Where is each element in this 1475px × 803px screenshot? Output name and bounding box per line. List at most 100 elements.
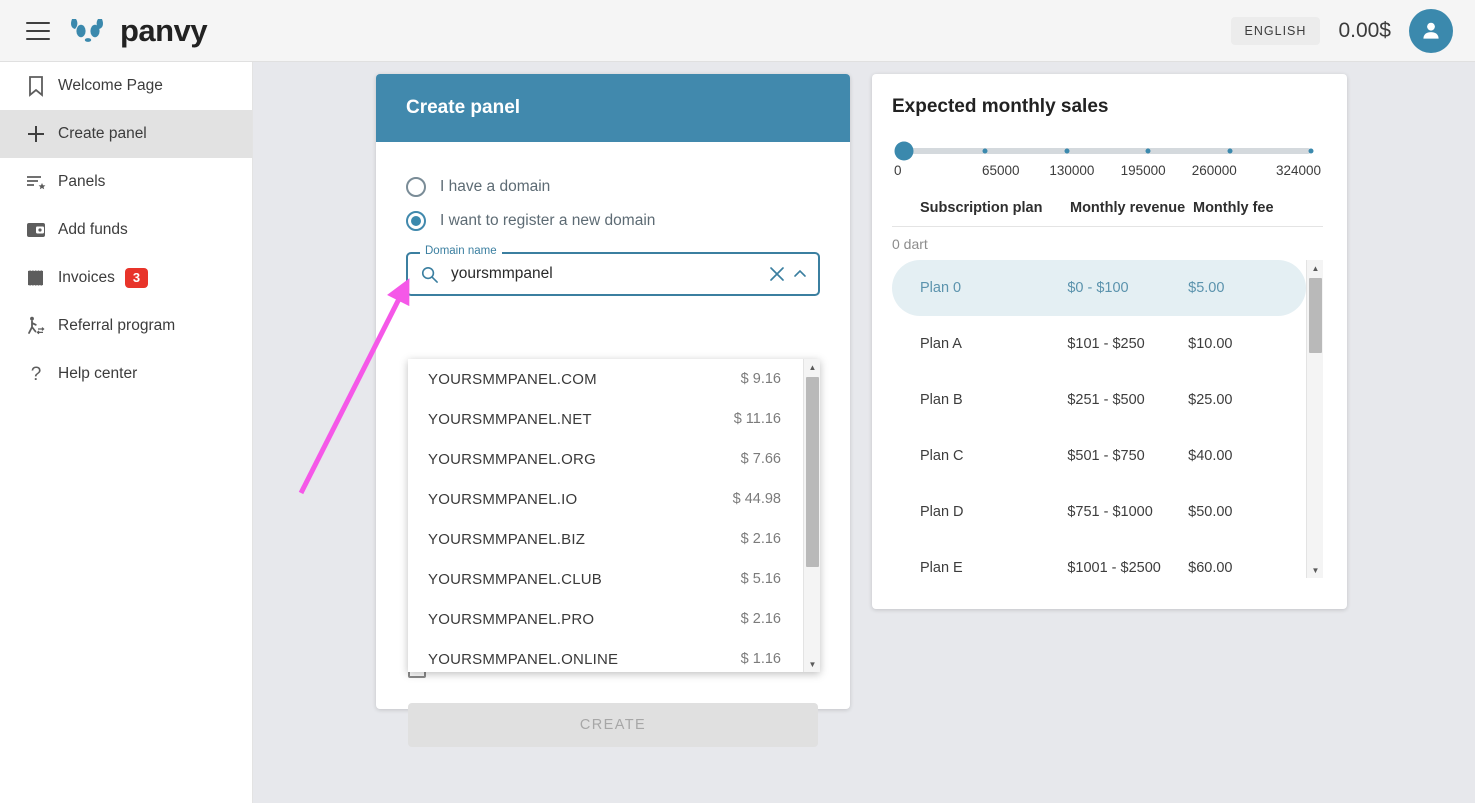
main-content: Create panel I have a domain I want to r…: [253, 62, 1475, 803]
plan-revenue: $101 - $250: [1067, 336, 1145, 352]
balance-amount: 0.00$: [1338, 18, 1391, 42]
scrollbar-thumb[interactable]: [806, 377, 819, 567]
sidebar-item-add-funds[interactable]: Add funds: [0, 206, 252, 254]
domain-name-text: YOURSMMPANEL.ONLINE: [428, 650, 619, 668]
plan-name: Plan 0: [920, 280, 962, 296]
plan-revenue: $0 - $100: [1067, 280, 1129, 296]
scroll-down-icon[interactable]: ▼: [1307, 562, 1324, 578]
list-item[interactable]: YOURSMMPANEL.IO $ 44.98: [408, 479, 803, 519]
domain-name-text: YOURSMMPANEL.ORG: [428, 450, 596, 468]
radio-label: I want to register a new domain: [440, 212, 656, 229]
slider-track[interactable]: [894, 141, 1314, 161]
plus-icon: [14, 123, 58, 145]
sidebar-item-referral-program[interactable]: Referral program: [0, 302, 252, 350]
brand-logo[interactable]: panvy: [68, 12, 208, 49]
radio-option-register-new-domain[interactable]: I want to register a new domain: [406, 204, 820, 238]
domain-price-text: $ 5.16: [740, 571, 781, 587]
plan-fee: $10.00: [1188, 336, 1233, 352]
table-row[interactable]: Plan E $1001 - $2500 $60.00: [892, 540, 1306, 578]
topbar-actions: ENGLISH 0.00$: [1230, 8, 1453, 53]
radio-label: I have a domain: [440, 178, 551, 195]
radio-icon: [406, 177, 426, 197]
dropdown-scrollbar[interactable]: ▲ ▼: [803, 359, 820, 672]
scroll-down-icon[interactable]: ▼: [804, 656, 820, 672]
domain-name-input[interactable]: [449, 264, 762, 284]
plans-scrollbar[interactable]: ▲ ▼: [1306, 260, 1323, 578]
close-icon[interactable]: [768, 265, 786, 283]
domain-suggestions-dropdown[interactable]: YOURSMMPANEL.COM $ 9.16 YOURSMMPANEL.NET…: [408, 359, 820, 672]
radio-icon-selected: [406, 211, 426, 231]
question-mark-icon: ?: [14, 363, 58, 385]
expected-monthly-sales-card: Expected monthly sales 0 65000 130000 19…: [872, 74, 1347, 609]
sidebar-item-label: Welcome Page: [58, 77, 163, 94]
scroll-up-icon[interactable]: ▲: [1307, 260, 1324, 276]
domain-name-field[interactable]: Domain name: [406, 245, 820, 296]
receipt-icon: [14, 268, 58, 288]
plan-revenue: $1001 - $2500: [1067, 560, 1161, 576]
domain-price-text: $ 1.16: [740, 651, 781, 667]
list-item[interactable]: YOURSMMPANEL.NET $ 11.16: [408, 399, 803, 439]
panda-logo-icon: [68, 16, 110, 46]
plan-revenue: $501 - $750: [1067, 448, 1145, 464]
plan-revenue: $751 - $1000: [1067, 504, 1153, 520]
brand-name: panvy: [120, 12, 208, 48]
slider-tick: [982, 148, 988, 154]
domain-price-text: $ 11.16: [733, 411, 781, 427]
plan-revenue: $251 - $500: [1067, 392, 1145, 408]
slider-thumb[interactable]: [894, 141, 914, 161]
plan-fee: $40.00: [1188, 448, 1233, 464]
table-row[interactable]: Plan 0 $0 - $100 $5.00: [892, 260, 1306, 316]
domain-name-text: YOURSMMPANEL.BIZ: [428, 530, 586, 548]
create-panel-body: I have a domain I want to register a new…: [376, 142, 850, 296]
plan-name: Plan C: [920, 448, 964, 464]
table-row[interactable]: Plan B $251 - $500 $25.00: [892, 372, 1306, 428]
sales-slider[interactable]: 0 65000 130000 195000 260000 324000: [892, 141, 1323, 178]
hamburger-icon[interactable]: [26, 21, 50, 40]
list-item[interactable]: YOURSMMPANEL.CLUB $ 5.16: [408, 559, 803, 599]
plan-fee: $25.00: [1188, 392, 1233, 408]
status-badge: 3: [124, 267, 149, 289]
list-item[interactable]: YOURSMMPANEL.BIZ $ 2.16: [408, 519, 803, 559]
list-item[interactable]: YOURSMMPANEL.ORG $ 7.66: [408, 439, 803, 479]
slider-tick-label: 195000: [1120, 163, 1166, 178]
column-header-subscription-plan: Subscription plan: [920, 200, 1043, 216]
domain-name-text: YOURSMMPANEL.CLUB: [428, 570, 602, 588]
person-walking-icon: [14, 315, 58, 337]
sidebar-item-create-panel[interactable]: Create panel: [0, 110, 252, 158]
svg-text:?: ?: [31, 364, 42, 385]
plan-name: Plan B: [920, 392, 963, 408]
language-button[interactable]: ENGLISH: [1230, 16, 1321, 45]
slider-tick: [1308, 148, 1314, 154]
list-item[interactable]: YOURSMMPANEL.COM $ 9.16: [408, 359, 803, 399]
radio-option-have-domain[interactable]: I have a domain: [406, 170, 820, 204]
table-row[interactable]: Plan A $101 - $250 $10.00: [892, 316, 1306, 372]
table-row[interactable]: Plan D $751 - $1000 $50.00: [892, 484, 1306, 540]
domain-name-field-wrapper: Domain name: [406, 245, 820, 296]
avatar[interactable]: [1409, 8, 1453, 53]
domain-suggestions-list: YOURSMMPANEL.COM $ 9.16 YOURSMMPANEL.NET…: [408, 359, 803, 672]
sidebar-item-invoices[interactable]: Invoices 3: [0, 254, 252, 302]
sidebar-item-label: Create panel: [58, 125, 147, 142]
slider-tick-label: 324000: [1275, 163, 1322, 178]
plan-name: Plan E: [920, 560, 963, 576]
sidebar-item-panels[interactable]: Panels: [0, 158, 252, 206]
domain-price-text: $ 44.98: [732, 491, 781, 507]
sidebar-item-welcome-page[interactable]: Welcome Page: [0, 62, 252, 110]
plan-fee: $5.00: [1188, 280, 1225, 296]
list-item[interactable]: YOURSMMPANEL.ONLINE $ 1.16: [408, 639, 803, 672]
table-row[interactable]: Plan C $501 - $750 $40.00: [892, 428, 1306, 484]
plan-fee: $60.00: [1188, 560, 1233, 576]
create-button[interactable]: CREATE: [408, 703, 818, 747]
chevron-up-icon[interactable]: [792, 266, 808, 282]
scrollbar-thumb[interactable]: [1309, 278, 1322, 353]
dart-label: 0 dart: [892, 226, 1323, 258]
wallet-icon: [14, 220, 58, 240]
slider-tick: [1145, 148, 1151, 154]
sidebar-item-help-center[interactable]: ? Help center: [0, 350, 252, 398]
scroll-up-icon[interactable]: ▲: [804, 359, 820, 375]
sidebar-item-label: Invoices: [58, 269, 115, 286]
column-header-monthly-fee: Monthly fee: [1193, 200, 1274, 216]
domain-price-text: $ 7.66: [740, 451, 781, 467]
list-item[interactable]: YOURSMMPANEL.PRO $ 2.16: [408, 599, 803, 639]
domain-price-text: $ 2.16: [740, 531, 781, 547]
